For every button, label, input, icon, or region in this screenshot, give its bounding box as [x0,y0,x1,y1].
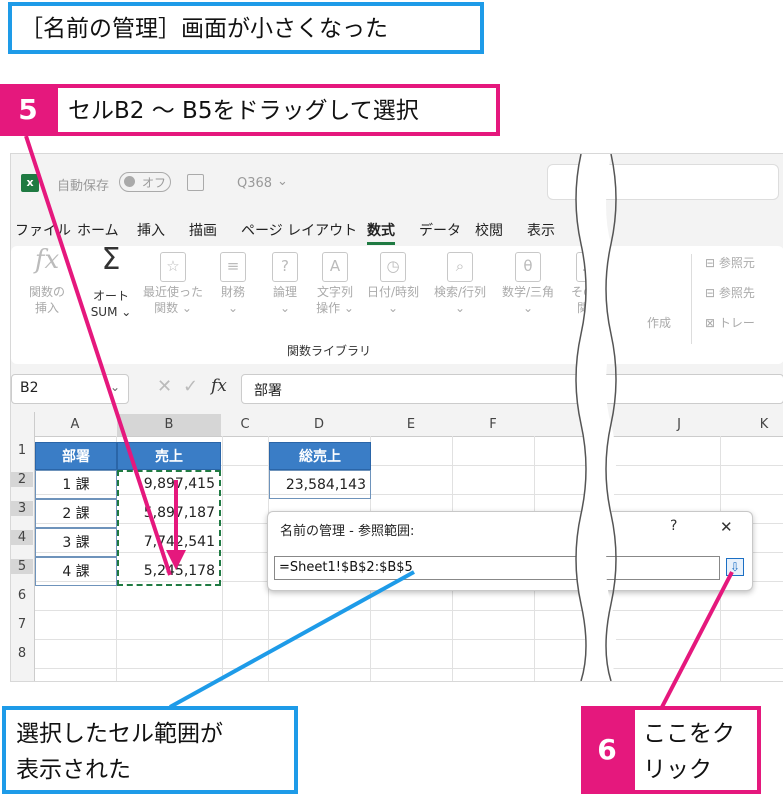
step-6-instruction: ここをク リック [631,706,761,794]
step-6-badge: 6 [581,706,633,794]
step5-leader-line [24,135,172,576]
caption-range-shown: 選択したセル範囲が 表示された [2,706,298,794]
step6-leader-line [660,571,734,708]
annotation-lines [24,135,734,709]
bottom-callout-leader [169,570,415,709]
